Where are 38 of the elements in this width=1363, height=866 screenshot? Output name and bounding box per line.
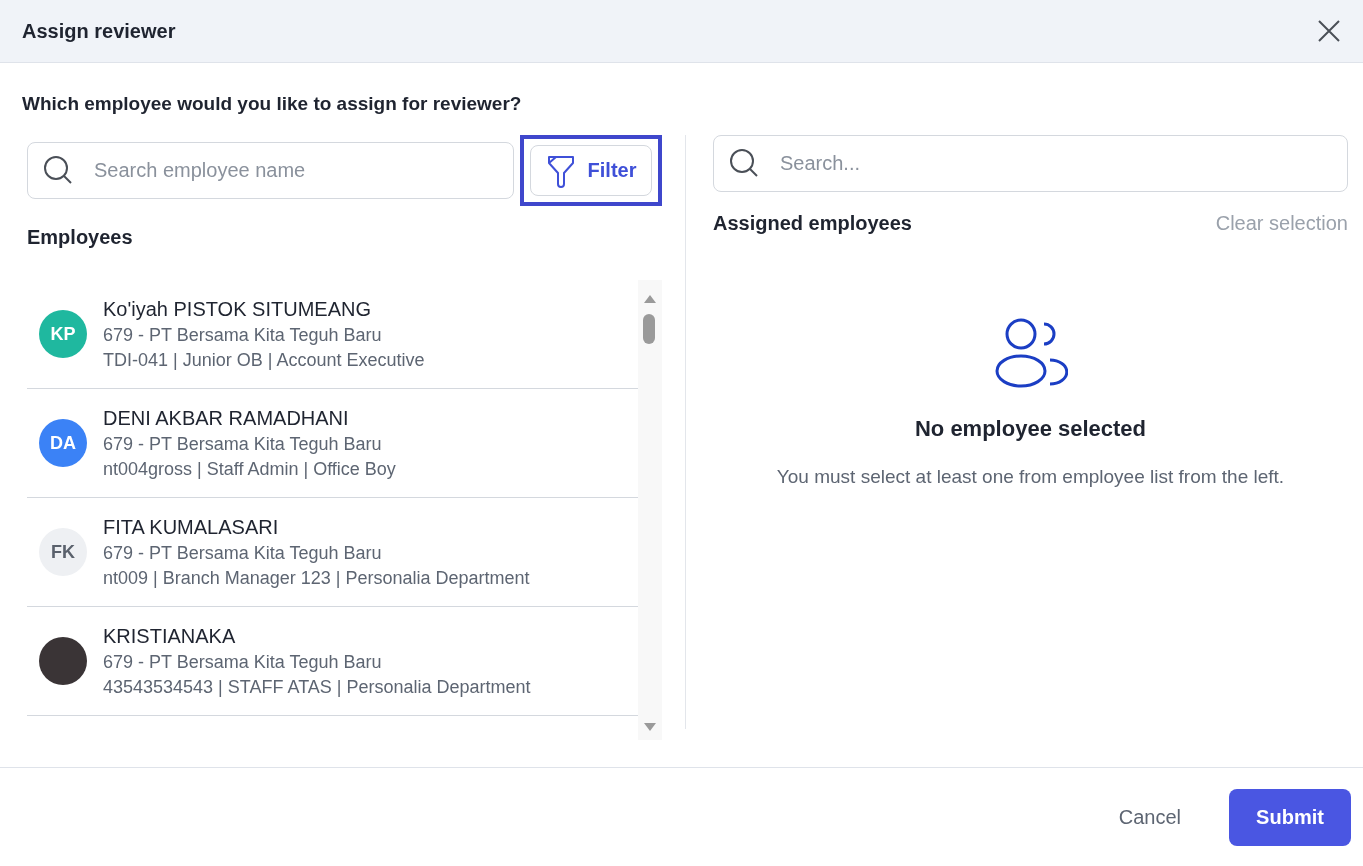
- avatar: KP: [39, 310, 87, 358]
- employee-company: 679 - PT Bersama Kita Teguh Baru: [103, 324, 383, 346]
- search-field[interactable]: Search...: [713, 135, 1348, 192]
- filter-button[interactable]: Filter: [520, 135, 662, 206]
- employee-item[interactable]: DA DENI AKBAR RAMADHANI 679 - PT Bersama Kita Teguh Baru nt004gross | Staff Admin | Office Boy: [27, 389, 638, 498]
- avatar: FK: [39, 528, 87, 576]
- employee-item[interactable]: FK FITA KUMALASARI 679 - PT Bersama Kita Teguh Baru nt009 | Branch Manager 123 | Personalia Department: [27, 498, 638, 607]
- employee-name: FITA KUMALASARI: [103, 515, 280, 539]
- search-icon: [43, 155, 73, 185]
- employee-name: Ko'iyah PISTOK SITUMEANG: [103, 297, 372, 321]
- scroll-thumb[interactable]: [643, 314, 655, 344]
- employee-details: 43543534543 | STAFF ATAS | Personalia Department: [103, 676, 531, 698]
- dialog-title: Assign reviewer: [22, 19, 176, 43]
- employee-company: 679 - PT Bersama Kita Teguh Baru: [103, 542, 383, 564]
- employee-name: DENI AKBAR RAMADHANI: [103, 406, 350, 430]
- employee-company: 679 - PT Bersama Kita Teguh Baru: [103, 651, 383, 673]
- photo-placeholder: [39, 637, 87, 685]
- search-icon: [729, 148, 759, 178]
- submit-button[interactable]: Submit: [1229, 788, 1351, 846]
- funnel-icon: [545, 153, 576, 188]
- scroll-up-icon[interactable]: [643, 294, 657, 304]
- employee-company: 679 - PT Bersama Kita Teguh Baru: [103, 433, 383, 455]
- section-heading: Assigned employees: [713, 211, 912, 235]
- employee-details: TDI-041 | Junior OB | Account Executive: [103, 349, 425, 371]
- employee-details: nt004gross | Staff Admin | Office Boy: [103, 458, 396, 480]
- question-text: Which employee would you like to assign for reviewer?: [22, 93, 523, 115]
- scroll-down-icon[interactable]: [643, 722, 657, 732]
- employee-item[interactable]: KP Ko'iyah PISTOK SITUMEANG 679 - PT Bersama Kita Teguh Baru TDI-041 | Junior OB | Account Executive: [27, 280, 638, 389]
- avatar: DA: [39, 419, 87, 467]
- empty-message: You must select at least one from employee list from the left.: [776, 466, 1285, 488]
- search-field[interactable]: Search employee name: [27, 142, 514, 199]
- employee-details: nt009 | Branch Manager 123 | Personalia Department: [103, 567, 530, 589]
- employee-name: KRISTIANAKA: [103, 624, 237, 648]
- empty-title: No employee selected: [914, 416, 1147, 442]
- cancel-button[interactable]: Cancel: [1112, 804, 1187, 830]
- people-icon: [993, 316, 1068, 390]
- section-heading: Employees: [27, 225, 133, 249]
- employee-item[interactable]: KRISTIANAKA 679 - PT Bersama Kita Teguh Baru 43543534543 | STAFF ATAS | Personalia Department: [27, 607, 638, 716]
